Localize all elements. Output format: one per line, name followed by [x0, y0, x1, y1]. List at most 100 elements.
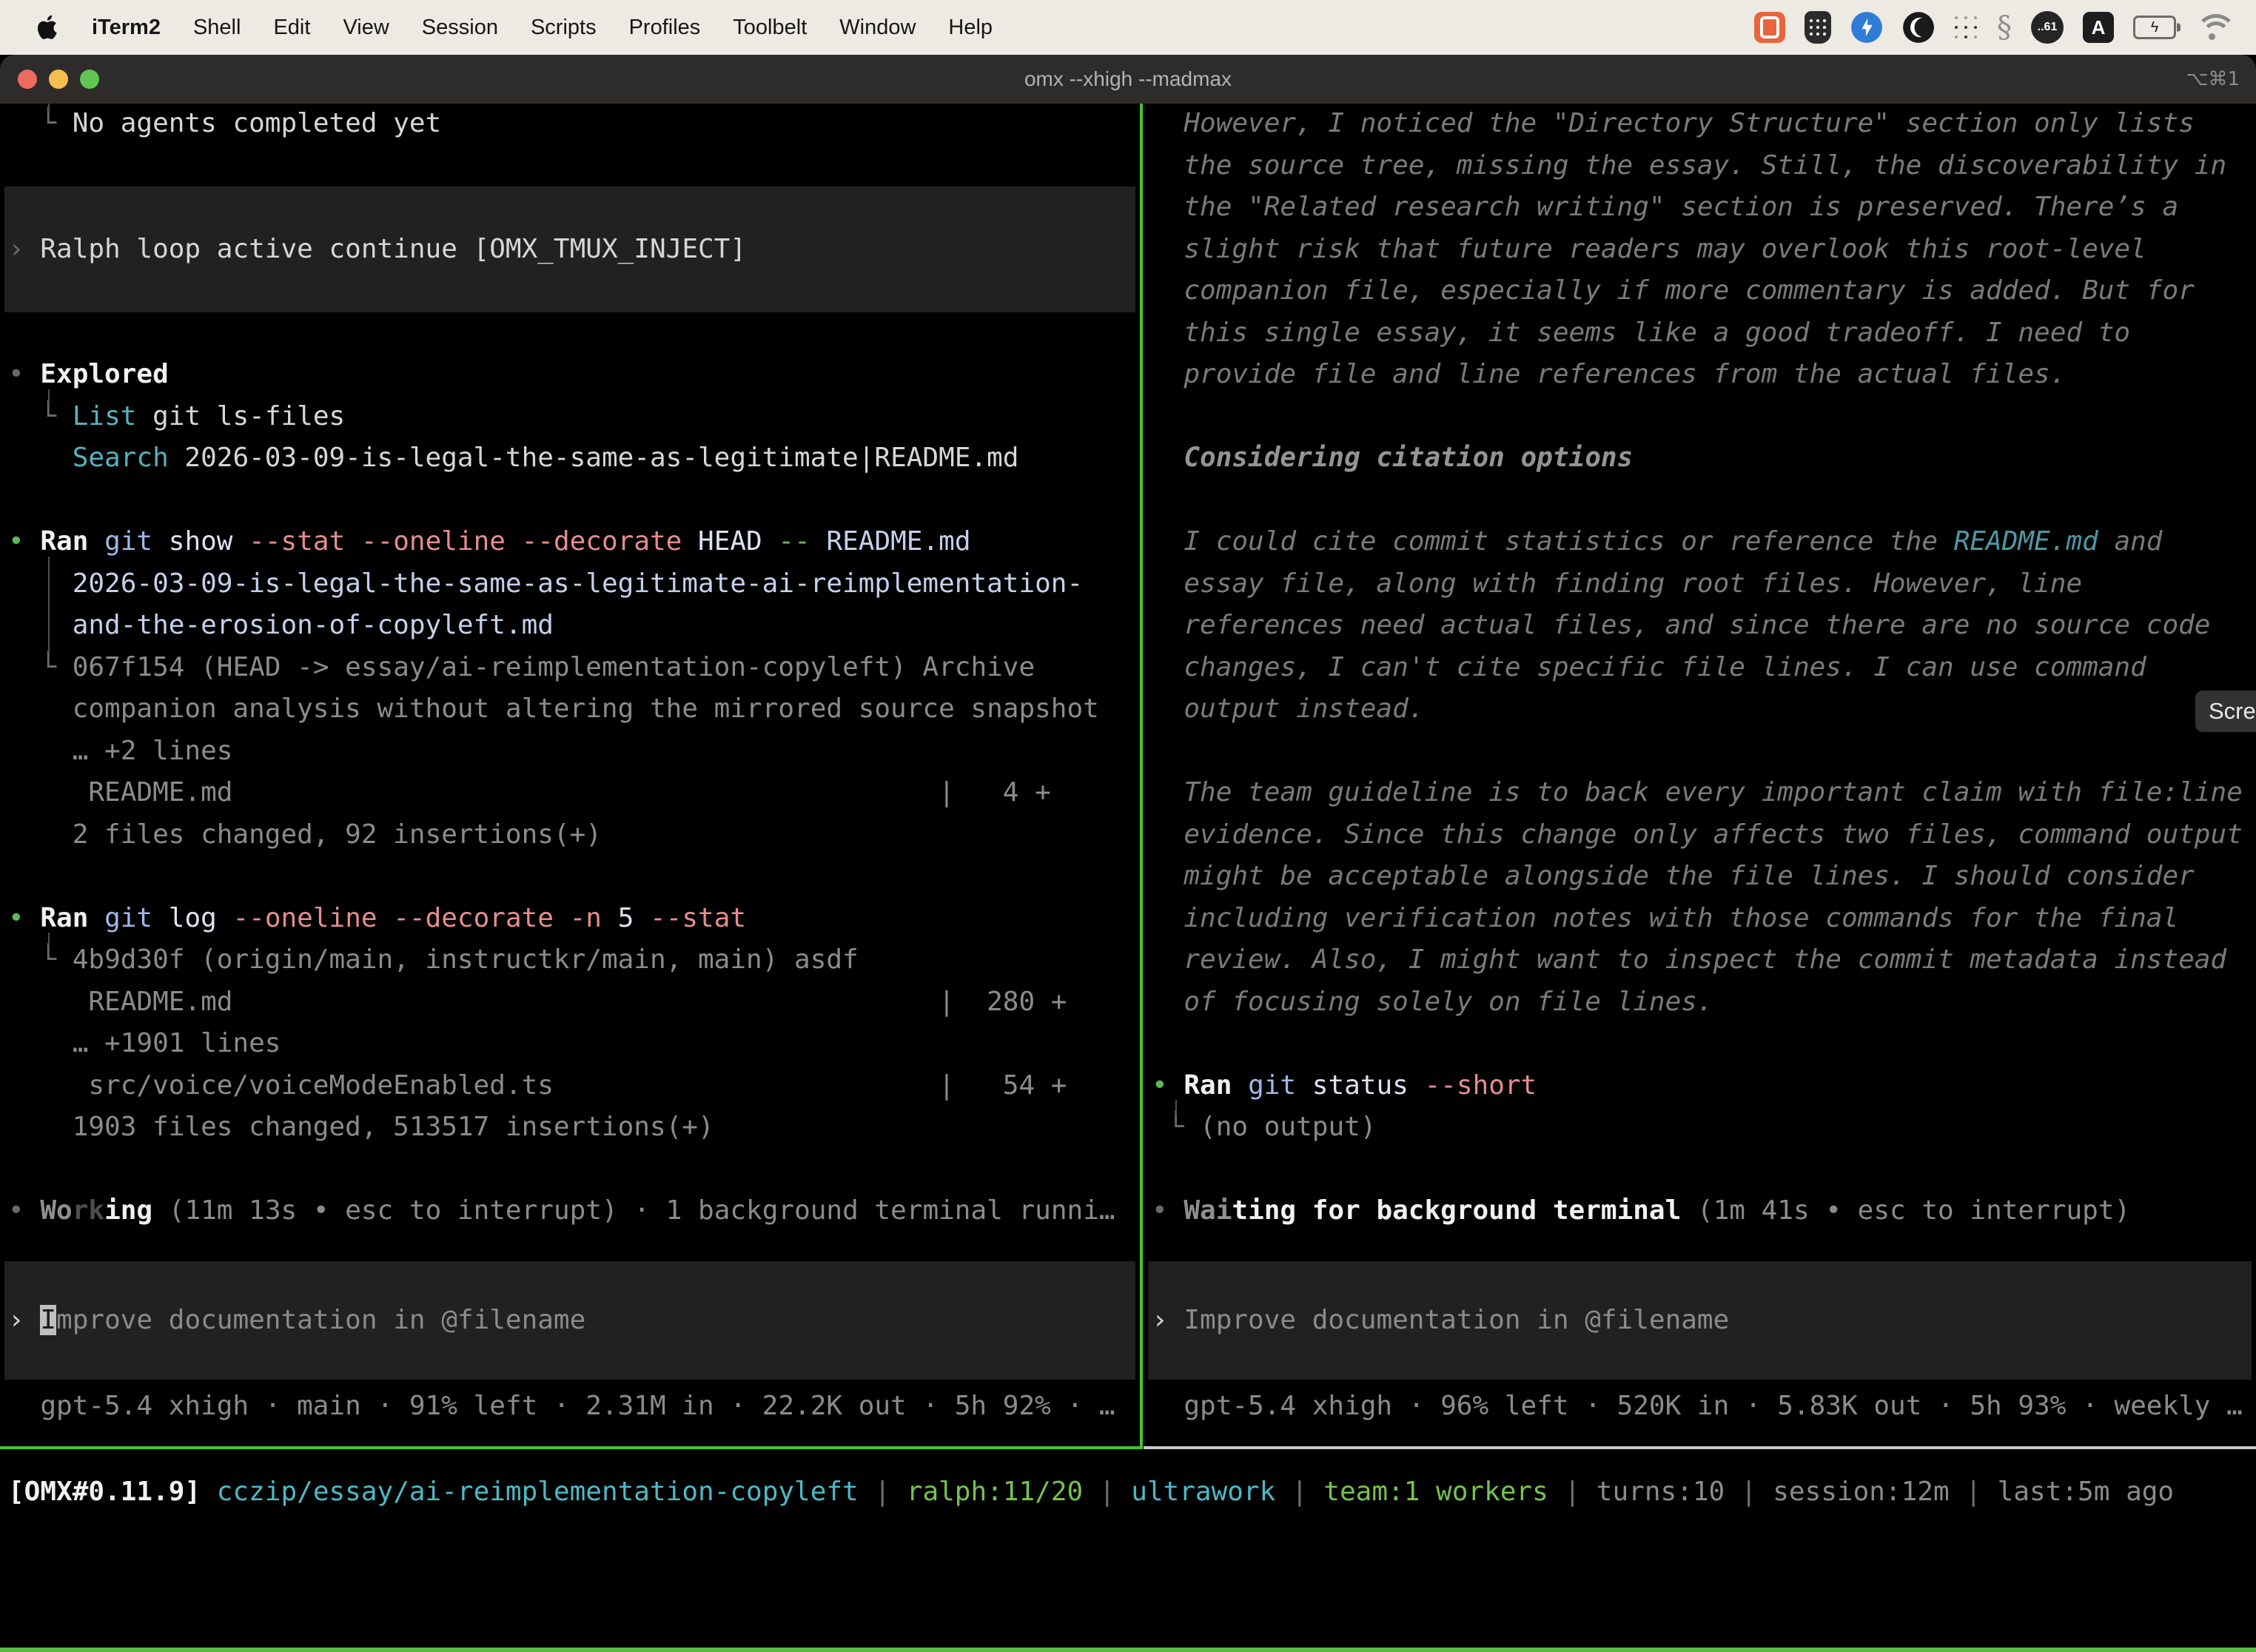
- left-pane-bottom-border: [0, 1446, 1140, 1449]
- text-segment: companion analysis without altering the …: [8, 694, 1099, 724]
- text-segment: changes, I can't cite specific file line…: [1152, 652, 2146, 682]
- working-status-line: • Working (11m 13s • esc to interrupt) ·…: [8, 1190, 1140, 1232]
- text-segment: |: [1275, 1477, 1323, 1507]
- terminal-line: However, I noticed the "Directory Struct…: [1152, 104, 2256, 145]
- pane-divider[interactable]: [1140, 104, 1143, 1449]
- text-segment: Ran: [1184, 1070, 1232, 1101]
- ran-git-log-line: • Ran git log --oneline --decorate -n 5 …: [8, 898, 1140, 940]
- explored-list-line: └ List git ls-files: [8, 396, 1140, 438]
- text-segment: └: [40, 652, 72, 682]
- text-segment: No agents completed yet: [73, 108, 442, 138]
- text-segment: HEAD: [682, 526, 778, 557]
- menu-item-edit[interactable]: Edit: [273, 16, 310, 40]
- text-segment: gpt-5.4 xhigh · main · 91% left · 2.31M …: [8, 1391, 1115, 1421]
- menu-item-session[interactable]: Session: [422, 16, 498, 40]
- terminal-line: The team guideline is to back every impo…: [1152, 772, 2256, 814]
- terminal-line: … +2 lines: [8, 731, 1140, 773]
- terminal-line: output instead.: [1152, 688, 2256, 731]
- text-segment: └: [40, 108, 72, 138]
- text-segment: ›: [8, 1305, 40, 1335]
- wifi-icon[interactable]: [2195, 10, 2231, 44]
- terminal-line: essay file, along with finding root file…: [1152, 563, 2256, 605]
- text-segment: I: [40, 1305, 56, 1335]
- text-segment: ›: [1152, 1305, 1184, 1335]
- text-segment: rk: [73, 1195, 104, 1226]
- text-segment: [88, 903, 104, 933]
- text-segment: •: [1152, 1195, 1184, 1226]
- text-segment: [OMX#0.11.9]: [8, 1477, 201, 1507]
- input-source-icon[interactable]: A: [2083, 10, 2114, 44]
- terminal-line: slight risk that future readers may over…: [1152, 229, 2256, 271]
- text-segment: --: [778, 526, 826, 557]
- percent-badge-icon[interactable]: ..61: [2031, 10, 2064, 44]
- text-segment: and: [2098, 526, 2163, 557]
- ran-git-status-line: • Ran git status --short: [1152, 1065, 2256, 1107]
- menu-item-help[interactable]: Help: [948, 16, 993, 40]
- battery-icon[interactable]: ϟ: [2133, 10, 2176, 44]
- text-segment: [8, 443, 73, 473]
- shield-grid-icon[interactable]: [1805, 10, 1831, 44]
- menu-item-toolbelt[interactable]: Toolbelt: [733, 16, 807, 40]
- text-segment: [1152, 1112, 1168, 1142]
- text-segment: the "Related research writing" section i…: [1152, 192, 2178, 222]
- text-segment: 5: [602, 903, 650, 933]
- dots-grid-icon[interactable]: [1954, 10, 1978, 44]
- title-bar[interactable]: omx --xhigh --madmax ⌥⌘1: [0, 55, 2256, 105]
- menu-item-scripts[interactable]: Scripts: [531, 16, 597, 40]
- text-segment: •: [8, 1195, 40, 1226]
- text-segment: Considering citation options: [1152, 443, 1633, 473]
- text-segment: However, I noticed the "Directory Struct…: [1152, 108, 2195, 138]
- terminal-line: changes, I can't cite specific file line…: [1152, 647, 2256, 689]
- text-segment: Improve documentation in @filename: [1184, 1305, 1729, 1335]
- text-segment: (no output): [1200, 1112, 1376, 1142]
- squiggle-icon[interactable]: §: [1997, 10, 2012, 44]
- tmux-status-bar: [omx-cczip0:bash* "MacBook-Pro-44.local"…: [0, 1648, 2256, 1652]
- menu-item-shell[interactable]: Shell: [193, 16, 241, 40]
- terminal-line: └ 4b9d30f (origin/main, instructkr/main,…: [8, 939, 1140, 981]
- text-segment: gpt-5.4 xhigh · 96% left · 520K in · 5.8…: [1152, 1391, 2243, 1421]
- text-segment: --stat: [650, 903, 746, 933]
- terminal-line: evidence. Since this change only affects…: [1152, 814, 2256, 856]
- tree-connector: [48, 933, 50, 947]
- text-segment: src/voice/voiceModeEnabled.ts | 54 +: [8, 1070, 1067, 1101]
- menu-item-window[interactable]: Window: [839, 16, 916, 40]
- menu-item-iterm2[interactable]: iTerm2: [92, 16, 161, 40]
- text-segment: mprove documentation in @filename: [56, 1305, 585, 1335]
- text-segment: 1903 files changed, 513517 insertions(+): [8, 1112, 714, 1142]
- terminal-line: provide file and line references from th…: [1152, 354, 2256, 396]
- screen-recording-indicator-icon[interactable]: [1754, 10, 1785, 44]
- iterm-window: omx --xhigh --madmax ⌥⌘1 └ No agents com…: [0, 55, 2256, 1652]
- text-segment: team:1 workers: [1323, 1477, 1548, 1507]
- terminal-line: 1903 files changed, 513517 insertions(+): [8, 1107, 1140, 1149]
- omx-status-bar: [OMX#0.11.9] cczip/essay/ai-reimplementa…: [8, 1471, 2174, 1514]
- text-segment: └: [1168, 1112, 1200, 1142]
- menu-items: iTerm2 Shell Edit View Session Scripts Profile…: [92, 16, 1025, 40]
- text-segment: README.md: [826, 526, 970, 557]
- menu-item-view[interactable]: View: [343, 16, 389, 40]
- text-segment: •: [1152, 1070, 1184, 1101]
- text-segment: turns:10: [1597, 1477, 1725, 1507]
- menu-bar: iTerm2 Shell Edit View Session Scripts Profile…: [0, 0, 2256, 55]
- left-pane[interactable]: └ No agents completed yet › Ralph loop ac…: [0, 104, 1140, 1451]
- text-segment: git: [104, 526, 152, 557]
- session-stats-line: gpt-5.4 xhigh · main · 91% left · 2.31M …: [8, 1386, 1140, 1428]
- apple-menu-icon[interactable]: [37, 13, 62, 42]
- terminal-line: 2026-03-09-is-legal-the-same-as-legitima…: [8, 563, 1140, 605]
- text-segment: log: [152, 903, 232, 933]
- text-segment: Ralph loop active continue [OMX_TMUX_INJ…: [40, 234, 746, 264]
- text-segment: [8, 568, 73, 599]
- text-segment: essay file, along with finding root file…: [1152, 568, 2082, 599]
- menu-item-profiles[interactable]: Profiles: [629, 16, 701, 40]
- text-segment: … +2 lines: [8, 736, 232, 766]
- text-segment: |: [1083, 1477, 1131, 1507]
- terminal-line: might be acceptable alongside the file l…: [1152, 856, 2256, 898]
- text-segment: •: [8, 526, 40, 557]
- blue-bolt-badge-icon[interactable]: [1850, 10, 1883, 44]
- dark-crescent-icon[interactable]: [1902, 10, 1935, 44]
- text-segment: •: [8, 359, 40, 389]
- text-segment: … +1901 lines: [8, 1028, 281, 1058]
- right-pane[interactable]: However, I noticed the "Directory Struct…: [1144, 104, 2256, 1451]
- text-segment: README.md: [1954, 526, 2098, 557]
- text-segment: review. Also, I might want to inspect th…: [1152, 944, 2226, 975]
- tree-connector: [48, 557, 50, 654]
